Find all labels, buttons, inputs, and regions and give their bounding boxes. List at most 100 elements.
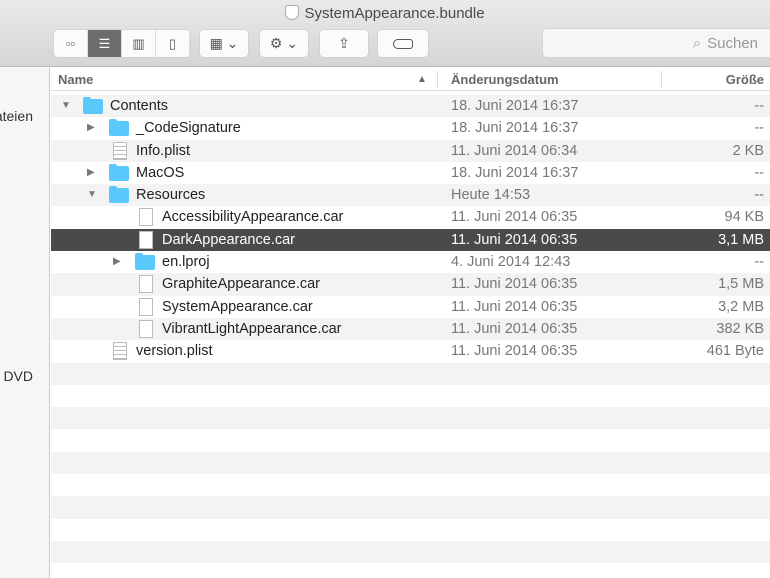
sidebar-item-dvd[interactable]: DVD xyxy=(3,368,33,384)
disclosure-closed-icon[interactable]: ▶ xyxy=(113,256,121,267)
tags-button[interactable] xyxy=(378,30,428,57)
coverflow-view-button[interactable]: ▯ xyxy=(156,30,190,57)
file-date: 18. Juni 2014 16:37 xyxy=(451,164,579,181)
table-row[interactable]: DarkAppearance.car 11. Juni 2014 06:35 3,1… xyxy=(51,228,770,252)
toolbar: SystemAppearance.bundle ▫▫ ☰ ▥ ▯ ▦ ⌄ ⚙ ⌄… xyxy=(0,0,770,67)
file-name: MacOS xyxy=(136,164,185,181)
disclosure-closed-icon[interactable]: ▶ xyxy=(87,167,95,178)
file-name: SystemAppearance.car xyxy=(162,298,313,315)
file-icon xyxy=(113,141,127,160)
icon-view-button[interactable]: ▫▫ xyxy=(54,30,88,57)
table-row[interactable]: AccessibilityAppearance.car 11. Juni 2014… xyxy=(51,206,770,228)
table-row[interactable]: VibrantLightAppearance.car 11. Juni 2014 … xyxy=(51,317,770,341)
file-name: Resources xyxy=(136,187,206,204)
file-date: 4. Juni 2014 12:43 xyxy=(451,254,571,271)
search-input[interactable]: ⌕ Suchen xyxy=(543,29,770,57)
file-name: GraphiteAppearance.car xyxy=(162,276,320,293)
column-date[interactable]: Änderungsdatum xyxy=(451,72,559,87)
file-size: 382 KB xyxy=(716,320,764,337)
file-icon xyxy=(139,275,153,294)
file-name: DarkAppearance.car xyxy=(162,231,295,248)
empty-row xyxy=(51,474,770,496)
window-title: SystemAppearance.bundle xyxy=(0,5,770,22)
disclosure-closed-icon[interactable]: ▶ xyxy=(87,122,95,133)
file-date: Heute 14:53 xyxy=(451,187,531,204)
column-name[interactable]: Name xyxy=(58,72,93,87)
column-header: Name ▲ Änderungsdatum Größe xyxy=(51,68,770,91)
file-name: VibrantLightAppearance.car xyxy=(162,320,342,337)
folder-icon xyxy=(109,119,129,137)
empty-row xyxy=(51,540,770,564)
file-date: 11. Juni 2014 06:35 xyxy=(451,298,578,315)
file-date: 11. Juni 2014 06:35 xyxy=(451,209,578,226)
table-row[interactable]: version.plist 11. Juni 2014 06:35 461 Byte xyxy=(51,340,770,362)
folder-icon xyxy=(83,97,103,114)
empty-row xyxy=(51,385,770,407)
file-list: ▼ Contents 18. Juni 2014 16:37 -- ▶ _CodeSign… xyxy=(51,95,770,564)
file-date: 11. Juni 2014 06:35 xyxy=(451,343,578,360)
file-name: _CodeSignature xyxy=(136,120,241,137)
file-name: version.plist xyxy=(136,343,213,360)
column-view-button[interactable]: ▥ xyxy=(122,30,156,57)
file-size: -- xyxy=(754,120,764,137)
folder-icon xyxy=(109,186,129,204)
sidebar: Dateien DVD xyxy=(0,68,50,578)
gear-icon: ⚙ xyxy=(269,35,283,51)
file-icon xyxy=(139,230,153,249)
file-size: -- xyxy=(754,254,764,271)
sidebar-item-dateien[interactable]: Dateien xyxy=(0,108,33,124)
file-size: 94 KB xyxy=(724,209,765,226)
file-size: 1,5 MB xyxy=(718,276,764,293)
file-date: 18. Juni 2014 16:37 xyxy=(451,98,579,114)
file-date: 11. Juni 2014 06:35 xyxy=(451,231,578,248)
action-button[interactable]: ⚙ ⌄ xyxy=(260,30,308,57)
disclosure-open-icon[interactable]: ▼ xyxy=(87,189,97,200)
search-icon: ⌕ xyxy=(692,34,702,52)
empty-row xyxy=(51,407,770,430)
empty-row xyxy=(51,451,770,475)
file-size: 3,1 MB xyxy=(718,231,764,248)
file-name: Info.plist xyxy=(136,142,190,159)
file-size: -- xyxy=(754,98,764,114)
tag-icon xyxy=(393,38,413,49)
share-icon: ⇪ xyxy=(338,35,350,51)
table-row[interactable]: GraphiteAppearance.car 11. Juni 2014 06:3… xyxy=(51,273,770,296)
file-size: 3,2 MB xyxy=(718,298,764,315)
column-size[interactable]: Größe xyxy=(726,72,764,87)
file-icon xyxy=(139,208,153,227)
file-date: 18. Juni 2014 16:37 xyxy=(451,120,579,137)
folder-icon xyxy=(109,163,129,181)
table-row[interactable]: ▼ Resources Heute 14:53 -- xyxy=(51,184,770,207)
file-size: -- xyxy=(754,164,764,181)
file-icon xyxy=(139,297,153,316)
file-size: -- xyxy=(754,187,764,204)
sort-ascending-icon: ▲ xyxy=(417,74,427,85)
empty-row xyxy=(51,429,770,451)
file-date: 11. Juni 2014 06:34 xyxy=(451,142,578,159)
table-row[interactable]: ▼ Contents 18. Juni 2014 16:37 -- xyxy=(51,95,770,118)
disclosure-open-icon[interactable]: ▼ xyxy=(61,100,71,111)
file-name: AccessibilityAppearance.car xyxy=(162,209,344,226)
file-icon xyxy=(113,342,127,361)
file-name: en.lproj xyxy=(162,254,210,271)
bundle-icon xyxy=(285,5,300,20)
empty-row xyxy=(51,496,770,519)
share-button[interactable]: ⇪ xyxy=(320,30,368,57)
arrange-button[interactable]: ▦ ⌄ xyxy=(200,30,248,57)
file-name: Contents xyxy=(110,98,169,114)
folder-icon xyxy=(135,253,155,271)
view-switcher: ▫▫ ☰ ▥ ▯ xyxy=(54,30,190,57)
file-icon xyxy=(139,319,153,338)
table-row[interactable]: SystemAppearance.car 11. Juni 2014 06:35 3… xyxy=(51,296,770,318)
table-row[interactable]: Info.plist 11. Juni 2014 06:34 2 KB xyxy=(51,139,770,162)
file-size: 2 KB xyxy=(732,142,764,159)
empty-row xyxy=(51,519,770,541)
table-row[interactable]: ▶ MacOS 18. Juni 2014 16:37 -- xyxy=(51,162,770,184)
empty-row xyxy=(51,362,770,385)
table-row[interactable]: ▶ en.lproj 4. Juni 2014 12:43 -- xyxy=(51,251,770,273)
table-row[interactable]: ▶ _CodeSignature 18. Juni 2014 16:37 -- xyxy=(51,117,770,139)
file-size: 461 Byte xyxy=(706,343,764,360)
file-date: 11. Juni 2014 06:35 xyxy=(451,276,578,293)
list-view-button[interactable]: ☰ xyxy=(88,30,122,57)
file-date: 11. Juni 2014 06:35 xyxy=(451,320,578,337)
